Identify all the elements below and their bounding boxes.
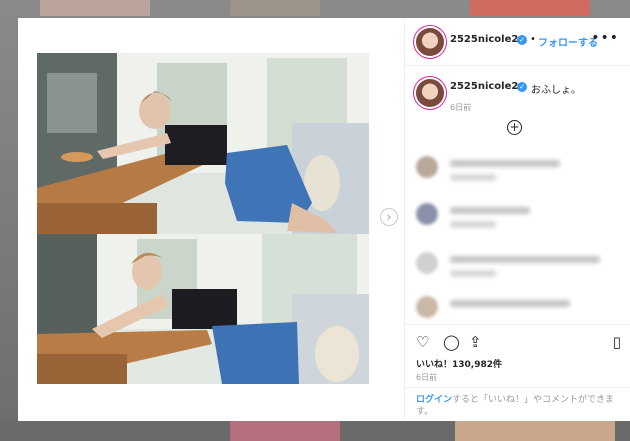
avatar[interactable] (416, 203, 438, 225)
avatar[interactable] (416, 28, 444, 56)
load-more-comments-icon[interactable]: + (507, 120, 522, 135)
caption-text: おふしょ。 (531, 85, 581, 96)
post-actions: ♡ ◯ ⇪ ▯ いいね！130,982件 6日前 ログインすると「いいね！」やコ… (405, 324, 630, 421)
post-photo (37, 53, 369, 234)
post-header: 2525nicole2 ✓ • フォローする ••• (405, 18, 630, 66)
avatar[interactable] (416, 79, 444, 107)
comment-text (450, 160, 560, 167)
post-media: › (18, 18, 404, 421)
login-prompt: ログインすると「いいね！」やコメントができます。 (405, 387, 630, 424)
comment-text (450, 256, 600, 263)
caption-username-link[interactable]: 2525nicole2 (450, 81, 518, 92)
avatar[interactable] (416, 156, 438, 178)
likes-number: 130,982件 (452, 360, 503, 370)
comment-icon[interactable]: ◯ (443, 333, 460, 351)
next-photo-button[interactable]: › (380, 208, 398, 226)
comment-item (416, 250, 616, 284)
heart-icon[interactable]: ♡ (416, 333, 429, 351)
login-link[interactable]: ログイン (416, 395, 452, 405)
verified-icon: ✓ (517, 35, 527, 45)
comment-meta (450, 270, 496, 277)
backdrop-thumbnail (230, 0, 320, 16)
verified-icon: ✓ (517, 82, 527, 92)
comment-item (416, 294, 616, 328)
backdrop-thumbnail (470, 0, 590, 16)
likes-label: いいね！ (416, 360, 453, 370)
comment-meta (450, 221, 496, 228)
caption-timestamp: 6日前 (450, 103, 472, 112)
separator: • (530, 34, 536, 45)
comment-item (416, 201, 616, 235)
post-photo (37, 234, 369, 384)
post-modal: › 2525nicole2 ✓ • フォローする ••• 2525nicole2… (18, 18, 630, 421)
follow-button[interactable]: フォローする (538, 34, 598, 49)
avatar[interactable] (416, 296, 438, 318)
likes-count[interactable]: いいね！130,982件 (416, 357, 502, 370)
bookmark-icon[interactable]: ▯ (613, 333, 621, 351)
username-link[interactable]: 2525nicole2 (450, 34, 518, 45)
comment-meta (450, 174, 496, 181)
avatar[interactable] (416, 252, 438, 274)
post-date: 6日前 (416, 373, 438, 382)
backdrop-thumbnail (40, 0, 150, 16)
comment-text (450, 300, 570, 307)
comment-item (416, 154, 616, 188)
post-side-panel: 2525nicole2 ✓ • フォローする ••• 2525nicole2 ✓… (404, 18, 630, 421)
backdrop-thumbnail (230, 419, 340, 441)
share-icon[interactable]: ⇪ (469, 333, 482, 351)
comment-text (450, 207, 530, 214)
more-options-icon[interactable]: ••• (591, 30, 619, 46)
